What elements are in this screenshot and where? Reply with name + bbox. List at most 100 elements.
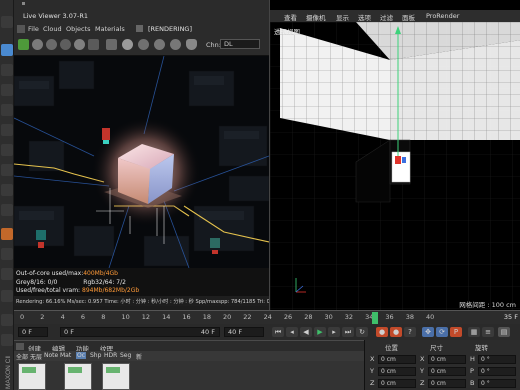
edges-mode-icon[interactable]	[1, 144, 13, 156]
key-param-icon[interactable]: ▦	[468, 327, 480, 337]
material-swatch[interactable]	[18, 363, 46, 390]
rotation-field[interactable]: 0 °	[478, 355, 516, 364]
position-field[interactable]: 0 cm	[378, 355, 416, 364]
key-scale-icon[interactable]: P	[450, 327, 462, 337]
menu-materials[interactable]: Materials	[95, 25, 125, 33]
material-filter-6[interactable]: HDR	[104, 352, 117, 359]
restart-render-icon[interactable]	[32, 39, 43, 50]
play-back-icon[interactable]: ◀	[300, 327, 312, 337]
timeline-tick-label: 32	[344, 313, 354, 321]
timeline-tick-label: 0	[20, 313, 25, 321]
coordinates-header: 尺寸	[430, 344, 443, 352]
viewport-menu-panel[interactable]: 面板	[402, 12, 415, 22]
pause-render-icon[interactable]	[46, 39, 57, 50]
focus-picker-icon[interactable]	[138, 39, 149, 50]
polygons-mode-icon[interactable]	[1, 164, 13, 176]
size-field[interactable]: 0 cm	[428, 355, 466, 364]
autokey-icon[interactable]: ●	[390, 327, 402, 337]
snap-icon[interactable]	[1, 228, 13, 240]
material-filter-8[interactable]: 新	[136, 352, 142, 361]
material-filter-0[interactable]: 全部	[16, 352, 28, 361]
go-to-start-icon[interactable]: ⏮	[272, 327, 284, 337]
next-key-icon[interactable]: ▸	[328, 327, 340, 337]
pin-icon[interactable]	[186, 39, 197, 50]
material-filter-bar: 全部 无层 Note Mat Oc Shp HDR Seg 新	[14, 351, 364, 361]
white-balance-icon[interactable]	[154, 39, 165, 50]
viewport-menu-filter[interactable]: 过滤	[380, 12, 393, 22]
go-to-end-icon[interactable]: ⏭	[342, 327, 354, 337]
settings-icon[interactable]	[88, 39, 99, 50]
viewport-menu-camera[interactable]: 摄像机	[306, 12, 326, 22]
material-filter-5[interactable]: Shp	[90, 352, 101, 359]
timeline-playhead[interactable]	[372, 312, 379, 324]
end-frame-field[interactable]: 40 F	[224, 327, 264, 337]
material-filter-7[interactable]: Seg	[120, 352, 131, 359]
timeline-tick-label: 14	[162, 313, 171, 321]
material-swatch[interactable]	[64, 363, 92, 390]
perspective-viewport[interactable]: 查看 摄像机 显示 选项 过滤 面板 ProRender 透视视图 网格间距:…	[269, 0, 520, 310]
viewport-menu-prorender[interactable]: ProRender	[426, 12, 459, 20]
loop-icon[interactable]: ↻	[356, 327, 368, 337]
viewport-menu-display[interactable]: 显示	[336, 12, 349, 22]
material-swatch[interactable]	[102, 363, 130, 390]
timeline-ruler[interactable]: 0 2 4 6 8 10 12 14 16 18 20 22 24 26 28 30 32 34 36 38 40 35 …	[14, 310, 520, 324]
position-field[interactable]: 0 cm	[378, 379, 416, 388]
prev-key-icon[interactable]: ◂	[286, 327, 298, 337]
stop-render-icon[interactable]	[60, 39, 71, 50]
scale-tool-icon[interactable]	[1, 64, 13, 76]
points-mode-icon[interactable]	[1, 124, 13, 136]
channel-select[interactable]: DL	[220, 39, 260, 49]
pla-icon[interactable]: ▤	[498, 327, 510, 337]
preview-range-slider[interactable]: 0 F 40 F	[60, 327, 220, 337]
preview-min-value: 0 F	[64, 328, 74, 336]
start-frame-field[interactable]: 0 F	[18, 327, 48, 337]
menu-cloud[interactable]: Cloud	[43, 25, 62, 33]
undo-icon[interactable]	[1, 16, 13, 28]
out-of-core-stat: Out-of-core used/max:400Mb/4Gb	[16, 270, 118, 277]
size-field[interactable]: 0 cm	[428, 379, 466, 388]
workplane-icon[interactable]	[1, 248, 13, 260]
keyframe-selection-icon[interactable]: ?	[404, 327, 416, 337]
timeline-menu-icon[interactable]: ≡	[482, 327, 494, 337]
rotation-field[interactable]: 0 °	[478, 367, 516, 376]
material-filter-1[interactable]: 无层	[30, 352, 42, 361]
rotation-field[interactable]: 0 °	[478, 379, 516, 388]
vram-stat: Used/free/total vram: 894Mb/682Mb/2Gb	[16, 287, 139, 294]
send-scene-icon[interactable]	[18, 39, 29, 50]
key-position-icon[interactable]: ✥	[422, 327, 434, 337]
model-mode-icon[interactable]	[1, 184, 13, 196]
render-preview[interactable]	[14, 56, 269, 268]
play-icon[interactable]: ▶	[314, 327, 326, 337]
timeline-tick-label: 18	[202, 313, 211, 321]
material-filter-4[interactable]: Oc	[76, 352, 87, 359]
rotate-tool-icon[interactable]	[1, 84, 13, 96]
menu-file[interactable]: File	[28, 25, 39, 33]
material-panel-grip-icon[interactable]	[16, 343, 24, 350]
viewport-menu-options[interactable]: 选项	[358, 12, 371, 22]
picker-icon[interactable]	[122, 39, 133, 50]
viewport-solo-icon[interactable]	[1, 334, 13, 346]
menu-toggle-icon[interactable]	[17, 25, 25, 33]
position-field[interactable]: 0 cm	[378, 367, 416, 376]
rgb-stat: Rgb32/64: 7/2	[83, 279, 126, 286]
select-tool-icon[interactable]	[1, 104, 13, 116]
size-field[interactable]: 0 cm	[428, 367, 466, 376]
viewport-scene	[270, 22, 520, 310]
material-picker-icon[interactable]	[170, 39, 181, 50]
key-rotation-icon[interactable]: ⟳	[436, 327, 448, 337]
move-tool-icon[interactable]	[1, 44, 13, 56]
layers-icon[interactable]	[1, 290, 13, 302]
solo-icon[interactable]	[1, 314, 13, 326]
material-filter-2[interactable]: Note	[44, 352, 58, 359]
clay-mode-icon[interactable]	[74, 39, 85, 50]
axis-lock-icon[interactable]	[1, 268, 13, 280]
texture-mode-icon[interactable]	[1, 204, 13, 216]
record-icon[interactable]: ●	[376, 327, 388, 337]
help-icon[interactable]	[136, 25, 143, 32]
material-filter-3[interactable]: Mat	[60, 352, 71, 359]
menu-objects[interactable]: Objects	[66, 25, 91, 33]
viewport-label: 透视视图	[274, 28, 300, 36]
lock-resolution-icon[interactable]	[106, 39, 117, 50]
window-grip-icon[interactable]	[22, 2, 25, 5]
viewport-menu-view[interactable]: 查看	[284, 12, 297, 22]
